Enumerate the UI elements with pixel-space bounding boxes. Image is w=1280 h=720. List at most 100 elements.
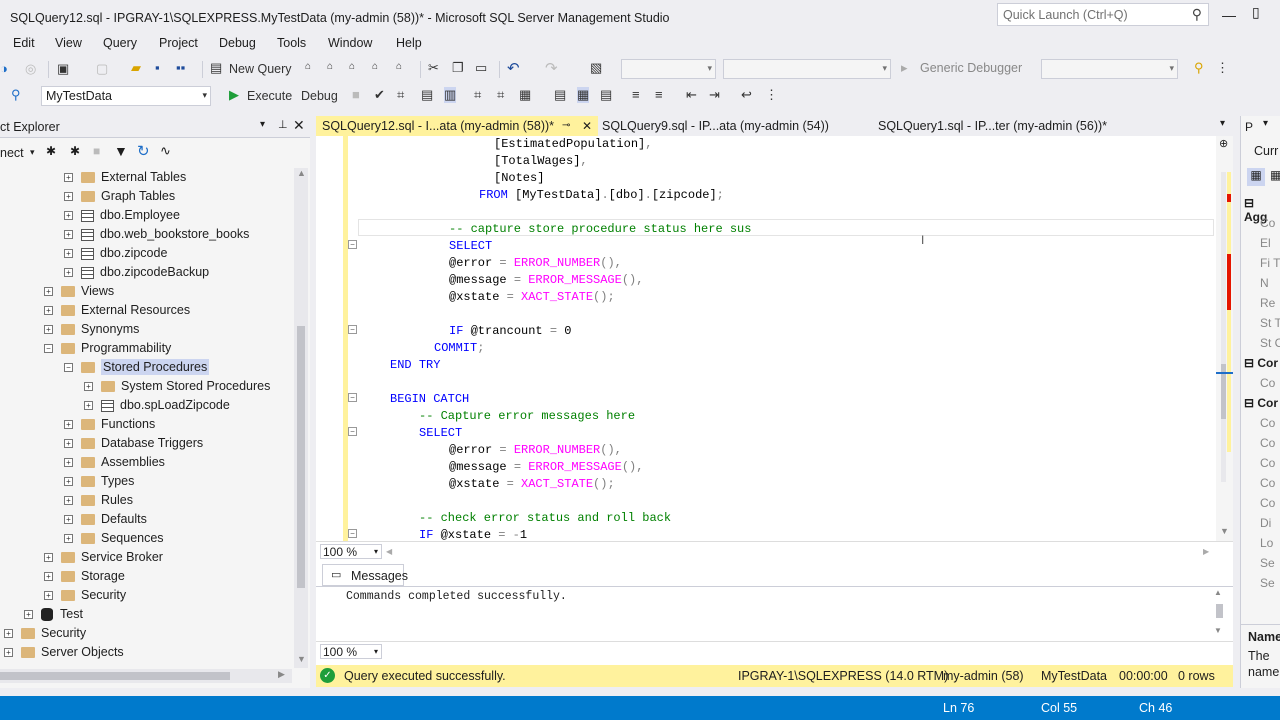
code-line[interactable]: COMMIT; bbox=[434, 340, 484, 357]
tree-node[interactable]: + dbo.zipcode bbox=[64, 244, 167, 263]
back-icon[interactable]: ◑ bbox=[0, 61, 8, 76]
scroll-up-icon[interactable]: ▲ bbox=[297, 168, 306, 178]
code-line[interactable]: @message = ERROR_MESSAGE(), bbox=[449, 459, 643, 476]
property-row[interactable]: Lo bbox=[1260, 536, 1280, 556]
fold-toggle[interactable]: − bbox=[348, 393, 357, 402]
dax-query-icon[interactable]: ⌂ bbox=[396, 61, 402, 72]
scroll-left-icon[interactable]: ◀ bbox=[386, 547, 392, 556]
expand-toggle-icon[interactable]: + bbox=[64, 439, 73, 449]
property-row[interactable]: Se bbox=[1260, 576, 1280, 596]
uncomment-icon[interactable]: ≡ bbox=[655, 87, 663, 102]
scroll-down-icon[interactable]: ▼ bbox=[1220, 526, 1229, 536]
property-section[interactable]: ⊟ Cor bbox=[1244, 356, 1278, 370]
tree-node[interactable]: + Server Objects bbox=[4, 643, 124, 662]
property-row[interactable]: Re bbox=[1260, 296, 1280, 316]
expand-toggle-icon[interactable]: + bbox=[44, 287, 53, 297]
tree-node[interactable]: + Defaults bbox=[64, 510, 147, 529]
tree-node[interactable]: + Synonyms bbox=[44, 320, 139, 339]
activity-icon[interactable]: ∿ bbox=[160, 143, 171, 159]
scroll-track[interactable] bbox=[1221, 172, 1226, 482]
property-row[interactable]: Co bbox=[1260, 216, 1280, 236]
pin-icon[interactable]: ⚲ bbox=[11, 87, 21, 103]
code-line[interactable]: IF @trancount = 0 bbox=[449, 323, 571, 340]
expand-toggle-icon[interactable]: + bbox=[64, 515, 73, 525]
connect-dropdown-icon[interactable]: ▾ bbox=[30, 147, 35, 158]
code-comment-line[interactable]: -- check error status and roll back bbox=[419, 510, 671, 527]
debug-target-dropdown[interactable]: ▾ bbox=[1041, 59, 1178, 79]
expand-toggle-icon[interactable]: + bbox=[44, 325, 53, 335]
expand-toggle-icon[interactable]: − bbox=[44, 344, 53, 354]
tree-node[interactable]: + Database Triggers bbox=[64, 434, 203, 453]
query-options-icon[interactable]: ▤ bbox=[421, 87, 433, 103]
parse-icon[interactable]: ✔ bbox=[374, 87, 385, 103]
debug-button[interactable]: Debug bbox=[301, 89, 338, 103]
property-section[interactable]: ⊟ Cor bbox=[1244, 396, 1278, 410]
dmx-query-icon[interactable]: ⌂ bbox=[349, 61, 355, 72]
property-row[interactable]: Co bbox=[1260, 476, 1280, 496]
scroll-down-icon[interactable]: ▼ bbox=[297, 654, 306, 664]
maximize-icon[interactable]: ▯ bbox=[1252, 4, 1260, 21]
categorized-icon[interactable]: ▦ bbox=[1247, 168, 1265, 186]
expand-toggle-icon[interactable]: + bbox=[44, 572, 53, 582]
client-stats-icon[interactable]: ▦ bbox=[519, 87, 531, 103]
expand-toggle-icon[interactable]: + bbox=[64, 230, 73, 240]
db-engine-query-icon[interactable]: ⌂ bbox=[305, 61, 311, 72]
expand-toggle-icon[interactable]: + bbox=[64, 458, 73, 468]
close-tab-icon[interactable]: ✕ bbox=[582, 116, 592, 136]
execute-button[interactable]: Execute bbox=[247, 89, 292, 103]
property-row[interactable]: St C bbox=[1260, 336, 1280, 356]
forward-icon[interactable]: ◎ bbox=[25, 61, 36, 77]
specify-values-icon[interactable]: ↩ bbox=[741, 87, 752, 103]
editor-vertical-scrollbar[interactable]: ⊕ ▼ bbox=[1216, 136, 1233, 541]
save-icon[interactable]: ▪ bbox=[155, 60, 160, 75]
menu-edit[interactable]: Edit bbox=[13, 36, 35, 50]
code-line[interactable]: [Notes] bbox=[494, 170, 544, 187]
code-line[interactable]: @xstate = XACT_STATE(); bbox=[449, 289, 615, 306]
property-row[interactable]: Se bbox=[1260, 556, 1280, 576]
property-row[interactable]: Co bbox=[1260, 376, 1280, 396]
object-explorer-horizontal-scrollbar[interactable]: ▶ bbox=[0, 669, 292, 683]
disconnect-icon[interactable]: ✱ bbox=[70, 144, 80, 158]
expand-toggle-icon[interactable]: + bbox=[44, 306, 53, 316]
expand-toggle-icon[interactable]: + bbox=[84, 401, 93, 411]
expand-toggle-icon[interactable]: + bbox=[64, 173, 73, 183]
copy-icon[interactable]: ❐ bbox=[452, 60, 464, 76]
solution-config-dropdown[interactable]: ▾ bbox=[621, 59, 716, 79]
property-row[interactable]: Co bbox=[1260, 436, 1280, 456]
code-line[interactable]: @message = ERROR_MESSAGE(), bbox=[449, 272, 643, 289]
code-line[interactable]: @xstate = XACT_STATE(); bbox=[449, 476, 615, 493]
expand-toggle-icon[interactable]: + bbox=[44, 553, 53, 563]
tree-node[interactable]: + Security bbox=[4, 624, 86, 643]
tree-node[interactable]: + dbo.spLoadZipcode bbox=[84, 396, 230, 415]
increase-indent-icon[interactable]: ⇥ bbox=[709, 87, 720, 103]
expand-toggle-icon[interactable]: + bbox=[64, 211, 73, 221]
property-row[interactable]: Di bbox=[1260, 516, 1280, 536]
tree-node[interactable]: − Programmability bbox=[44, 339, 171, 358]
fold-toggle[interactable]: − bbox=[348, 529, 357, 538]
xmla-query-icon[interactable]: ⌂ bbox=[372, 61, 378, 72]
add-item-icon[interactable]: ▢ bbox=[96, 61, 108, 77]
menu-tools[interactable]: Tools bbox=[277, 36, 306, 50]
refresh-icon[interactable]: ↻ bbox=[137, 142, 150, 160]
undo-icon[interactable]: ↶ bbox=[507, 59, 520, 77]
dropdown-icon[interactable]: ▾ bbox=[260, 119, 265, 130]
menu-debug[interactable]: Debug bbox=[219, 36, 256, 50]
menu-view[interactable]: View bbox=[55, 36, 82, 50]
code-comment-line[interactable]: -- capture store procedure status here s… bbox=[449, 221, 751, 238]
new-query-button[interactable]: New Query bbox=[229, 62, 292, 76]
code-line[interactable]: END TRY bbox=[390, 357, 440, 374]
scroll-thumb[interactable] bbox=[297, 326, 305, 588]
results-to-file-icon[interactable]: ▤ bbox=[600, 87, 612, 103]
expand-toggle-icon[interactable]: + bbox=[64, 249, 73, 259]
tree-node[interactable]: + Service Broker bbox=[44, 548, 163, 567]
scroll-right-icon[interactable]: ▶ bbox=[278, 669, 285, 680]
decrease-indent-icon[interactable]: ⇤ bbox=[686, 87, 697, 103]
tab-overflow-icon[interactable]: ▾ bbox=[1220, 118, 1225, 129]
mdx-query-icon[interactable]: ⌂ bbox=[327, 61, 333, 72]
menu-query[interactable]: Query bbox=[103, 36, 137, 50]
collapse-icon[interactable]: ⊟ bbox=[1244, 196, 1254, 210]
database-dropdown[interactable]: MyTestData ▾ bbox=[41, 86, 211, 106]
minimize-icon[interactable]: — bbox=[1222, 7, 1236, 23]
property-row[interactable]: El bbox=[1260, 236, 1280, 256]
expand-toggle-icon[interactable]: + bbox=[64, 477, 73, 487]
